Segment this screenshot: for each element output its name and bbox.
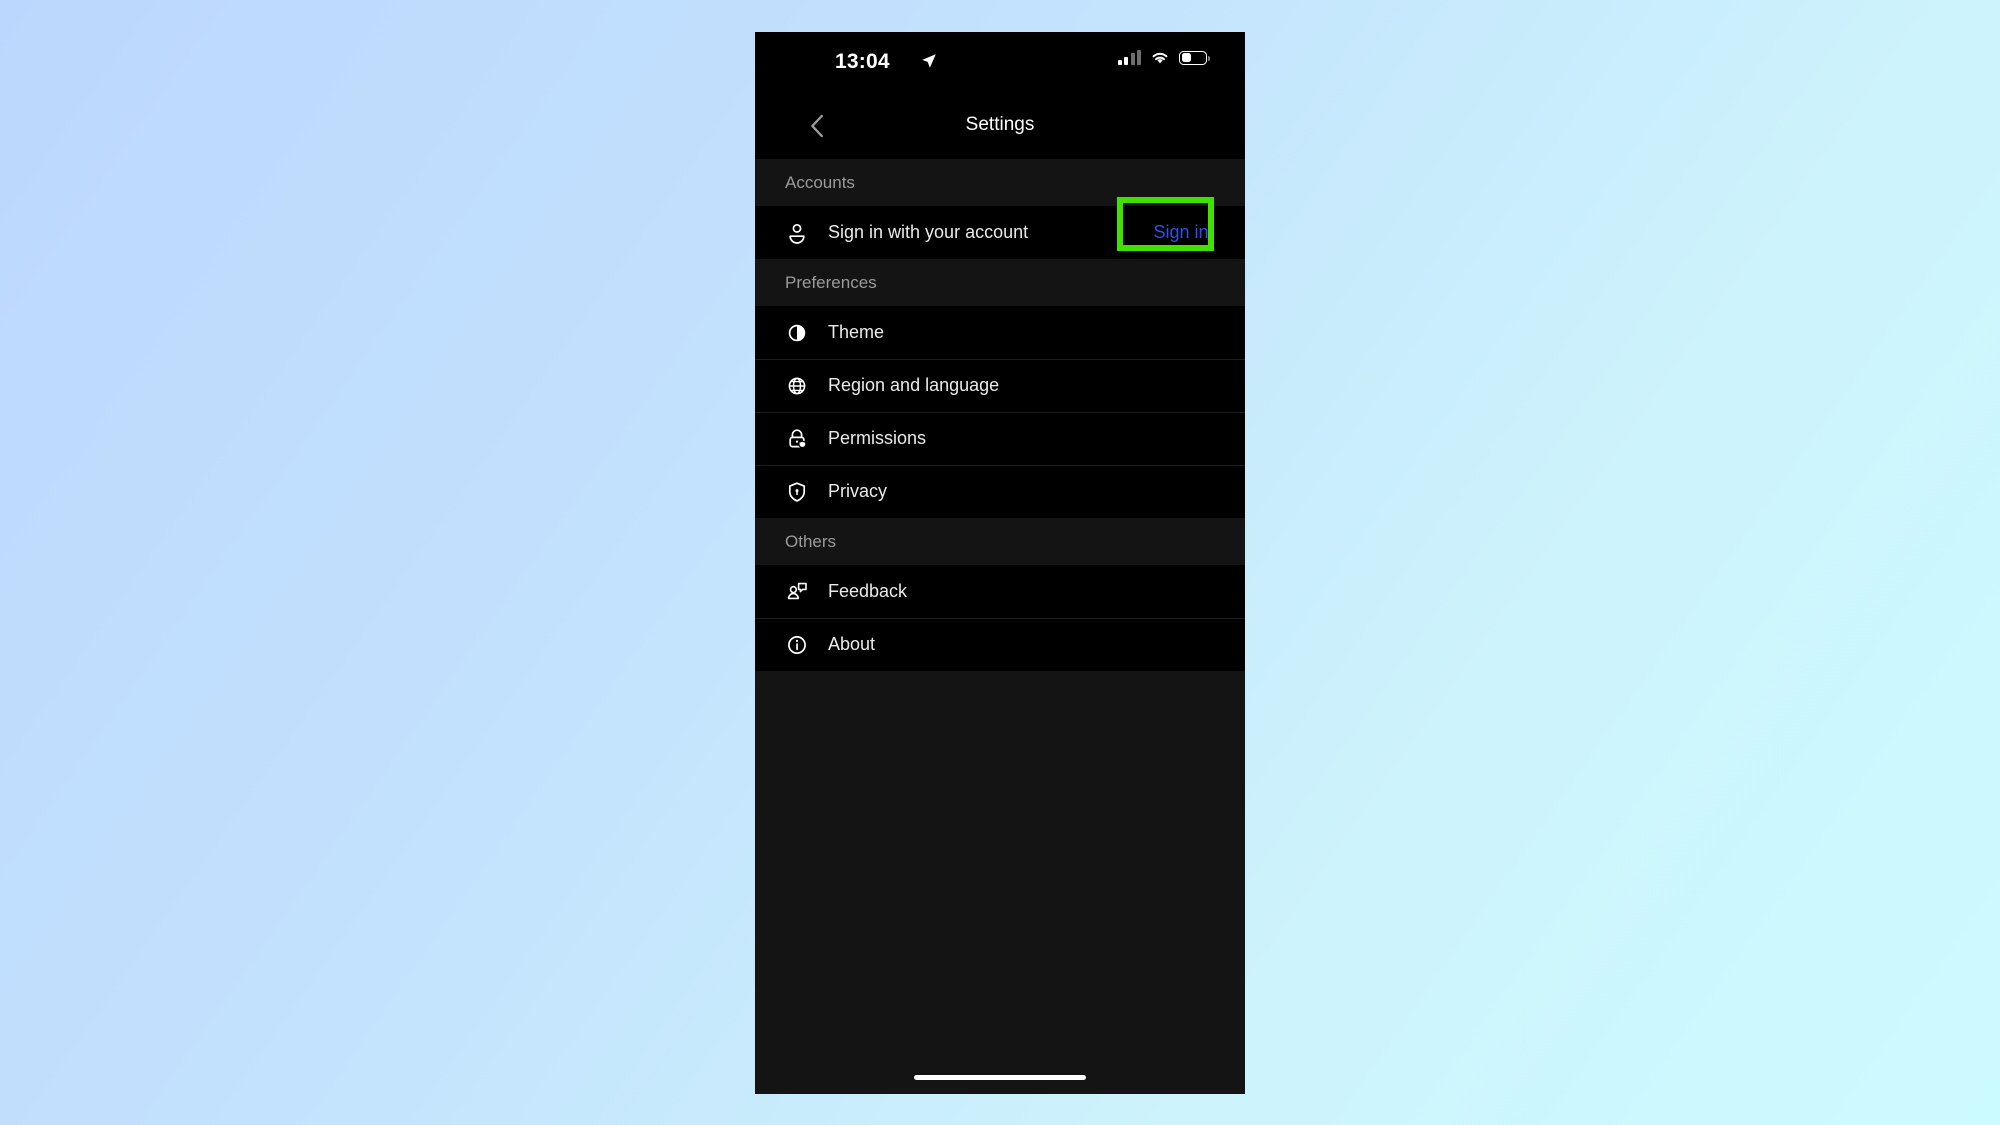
cellular-signal-icon	[1117, 50, 1141, 65]
list-item-theme[interactable]: Theme	[755, 306, 1245, 359]
list-item-label: About	[828, 634, 876, 654]
feedback-icon	[787, 582, 807, 599]
list-item-about[interactable]: About	[755, 618, 1245, 671]
status-bar-time: 13:04	[835, 50, 890, 73]
page-title: Settings	[965, 114, 1035, 135]
list-item-permissions[interactable]: Permissions	[755, 412, 1245, 465]
list-item-label: Privacy	[828, 481, 888, 501]
sign-in-button[interactable]: Sign in	[1117, 206, 1245, 259]
battery-low-icon	[1179, 50, 1210, 65]
contrast-icon	[788, 324, 806, 341]
shield-keyhole-icon	[788, 481, 806, 502]
list-item-privacy[interactable]: Privacy	[755, 465, 1245, 518]
empty-page-area	[755, 671, 1245, 1094]
list-item-label: Permissions	[828, 428, 927, 448]
section-header-preferences: Preferences	[755, 259, 1245, 306]
section-header-others: Others	[755, 518, 1245, 565]
wifi-icon	[1152, 52, 1168, 64]
phone-screen: 13:04 Settings Accounts Sign in with you…	[755, 32, 1245, 1094]
location-arrow-icon	[922, 54, 936, 68]
list-item-label: Feedback	[828, 581, 908, 601]
settings-list: Accounts Sign in with your account Sign …	[755, 159, 1245, 1094]
status-bar: 13:04	[755, 32, 1245, 95]
globe-icon	[788, 377, 806, 394]
list-item-feedback[interactable]: Feedback	[755, 565, 1245, 618]
lock-shield-icon	[789, 428, 807, 448]
list-item-label: Region and language	[828, 375, 1000, 395]
list-item-label: Theme	[828, 322, 885, 342]
info-circle-icon	[788, 635, 806, 654]
person-icon	[789, 223, 805, 244]
nav-bar: Settings	[755, 95, 1245, 159]
home-indicator[interactable]	[914, 1075, 1086, 1080]
list-item-label: Sign in with your account	[828, 222, 1029, 242]
list-item-region-and-language[interactable]: Region and language	[755, 359, 1245, 412]
status-bar-indicators	[1117, 50, 1210, 65]
section-header-accounts: Accounts	[755, 159, 1245, 206]
list-item-sign-in[interactable]: Sign in with your account Sign in	[755, 206, 1245, 259]
